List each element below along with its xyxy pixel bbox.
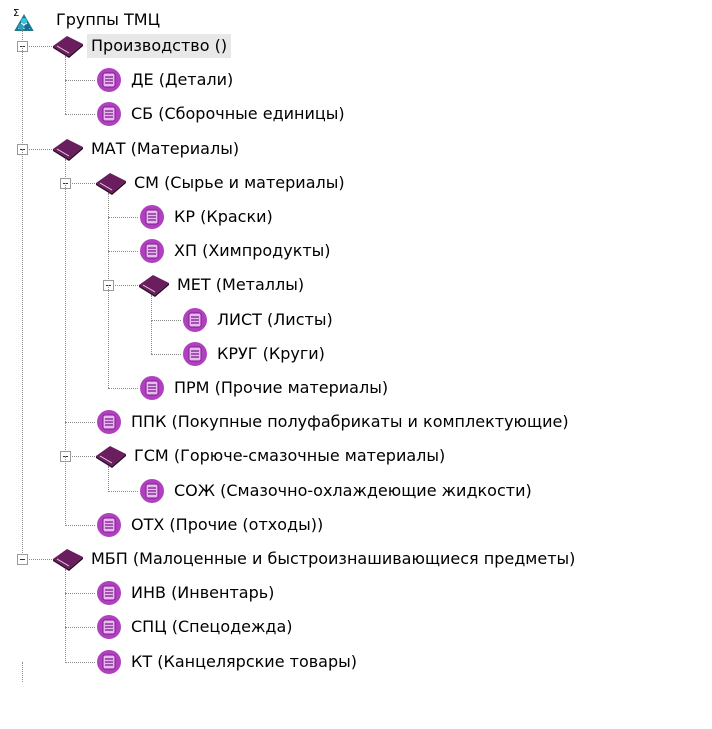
tree-node-label: КР (Краски) (174, 207, 273, 226)
tree-node-oth[interactable]: ОТХ (Прочие (отходы)) (127, 511, 327, 539)
collapse-toggle-icon[interactable] (17, 554, 28, 565)
tree-node-list[interactable]: ЛИСТ (Листы) (213, 306, 337, 334)
tree-node-krug[interactable]: КРУГ (Круги) (213, 340, 329, 368)
tree-connector-line (65, 114, 95, 115)
tree-node-label: СПЦ (Спецодежда) (131, 617, 293, 636)
tree-node-sb[interactable]: СБ (Сборочные единицы) (127, 100, 349, 128)
tree-node-kt[interactable]: КТ (Канцелярские товары) (127, 648, 361, 676)
tree-node-prm[interactable]: ПРМ (Прочие материалы) (170, 374, 392, 402)
tree-connector-line (65, 422, 95, 423)
tree-node-sm[interactable]: СМ (Сырье и материалы) (130, 169, 349, 197)
list-document-icon (135, 477, 169, 505)
list-document-icon (178, 306, 212, 334)
list-document-icon (92, 648, 126, 676)
tree-node-label: СОЖ (Смазочно-охлаждеющие жидкости) (174, 481, 532, 500)
tree-node-label: СБ (Сборочные единицы) (131, 104, 345, 123)
tree-connector-line (65, 593, 95, 594)
tree-node-label: МЕТ (Металлы) (177, 275, 305, 294)
list-document-icon (135, 374, 169, 402)
tree-node-label: ЛИСТ (Листы) (217, 310, 333, 329)
tree-node-met[interactable]: МЕТ (Металлы) (173, 271, 308, 299)
tree-node-label: КРУГ (Круги) (217, 344, 325, 363)
list-document-icon (92, 100, 126, 128)
tree-guide-line (22, 149, 23, 559)
tree-connector-line (65, 80, 95, 81)
tree-connector-line (65, 525, 95, 526)
tree-guide-line (65, 569, 66, 593)
tree-node-hp[interactable]: ХП (Химпродукты) (170, 237, 335, 265)
tree-guide-line (65, 56, 66, 80)
list-document-icon (92, 579, 126, 607)
tree-connector-line (65, 627, 95, 628)
tree-root-node[interactable]: Группы ТМЦ (52, 6, 164, 34)
list-document-icon (92, 511, 126, 539)
tree-connector-line (151, 354, 181, 355)
tree-node-mat[interactable]: МАТ (Материалы) (87, 135, 243, 163)
tree-guide-line (151, 320, 152, 354)
tree-connector-line (65, 662, 95, 663)
tree-node-soz[interactable]: СОЖ (Смазочно-охлаждеющие жидкости) (170, 477, 536, 505)
tree-guide-line (151, 295, 152, 319)
tree-node-label: СМ (Сырье и материалы) (134, 173, 345, 192)
tree-node-label: МАТ (Материалы) (91, 139, 240, 158)
tree-node-proizvodstvo[interactable]: Производство () (87, 32, 232, 60)
tree-guide-line (108, 285, 109, 388)
tree-node-label: КТ (Канцелярские товары) (131, 652, 357, 671)
tree-guide-line (108, 466, 109, 490)
tree-root-label: Группы ТМЦ (56, 10, 161, 29)
tree-guide-line (65, 627, 66, 661)
tree-guide-line (65, 80, 66, 114)
sum-groups-icon: Σ (11, 6, 37, 34)
tree-connector-line (108, 388, 138, 389)
tree-guide-line (108, 217, 109, 251)
tree-node-label: ГСМ (Горюче-смазочные материалы) (134, 446, 446, 465)
tree-node-label: ОТХ (Прочие (отходы)) (131, 515, 324, 534)
tree-node-label: ПРМ (Прочие материалы) (174, 378, 389, 397)
tree-node-label: ППК (Покупные полуфабрикаты и комплектую… (131, 412, 569, 431)
tree-node-ppk[interactable]: ППК (Покупные полуфабрикаты и комплектую… (127, 408, 573, 436)
tree-node-label: МБП (Малоценные и быстроизнашивающиеся п… (91, 549, 576, 568)
tree-guide-line (108, 193, 109, 217)
list-document-icon (178, 340, 212, 368)
book-folder-icon (137, 271, 171, 299)
tree-node-gsm[interactable]: ГСМ (Горюче-смазочные материалы) (130, 442, 449, 470)
tree-node-inv[interactable]: ИНВ (Инвентарь) (127, 579, 278, 607)
list-document-icon (135, 237, 169, 265)
book-folder-icon (51, 32, 85, 60)
tree-guide-line (22, 662, 23, 682)
tree-guide-line (22, 46, 23, 149)
tree-node-de[interactable]: ДЕ (Детали) (127, 66, 237, 94)
tree-node-spc[interactable]: СПЦ (Спецодежда) (127, 613, 297, 641)
book-folder-icon (94, 169, 128, 197)
tree-connector-line (108, 251, 138, 252)
tree-guide-line (65, 456, 66, 524)
list-document-icon (92, 66, 126, 94)
book-folder-icon (94, 442, 128, 470)
book-folder-icon (51, 545, 85, 573)
svg-text:Σ: Σ (13, 8, 19, 19)
tree-guide-line (65, 593, 66, 627)
book-folder-icon (51, 135, 85, 163)
tree-guide-line (65, 183, 66, 422)
tree-connector-line (108, 217, 138, 218)
list-document-icon (92, 613, 126, 641)
tree-connector-line (151, 320, 181, 321)
tree-node-label: Производство () (87, 34, 232, 58)
tree-node-label: ХП (Химпродукты) (174, 241, 331, 260)
tree-node-label: ДЕ (Детали) (131, 70, 234, 89)
tree-node-kr[interactable]: КР (Краски) (170, 203, 277, 231)
list-document-icon (92, 408, 126, 436)
list-document-icon (135, 203, 169, 231)
tmc-groups-tree: Σ Группы ТМЦ Производство () ДЕ (Детали)… (0, 0, 712, 729)
tree-connector-line (108, 491, 138, 492)
tree-node-mbp[interactable]: МБП (Малоценные и быстроизнашивающиеся п… (87, 545, 579, 573)
tree-node-label: ИНВ (Инвентарь) (131, 583, 275, 602)
